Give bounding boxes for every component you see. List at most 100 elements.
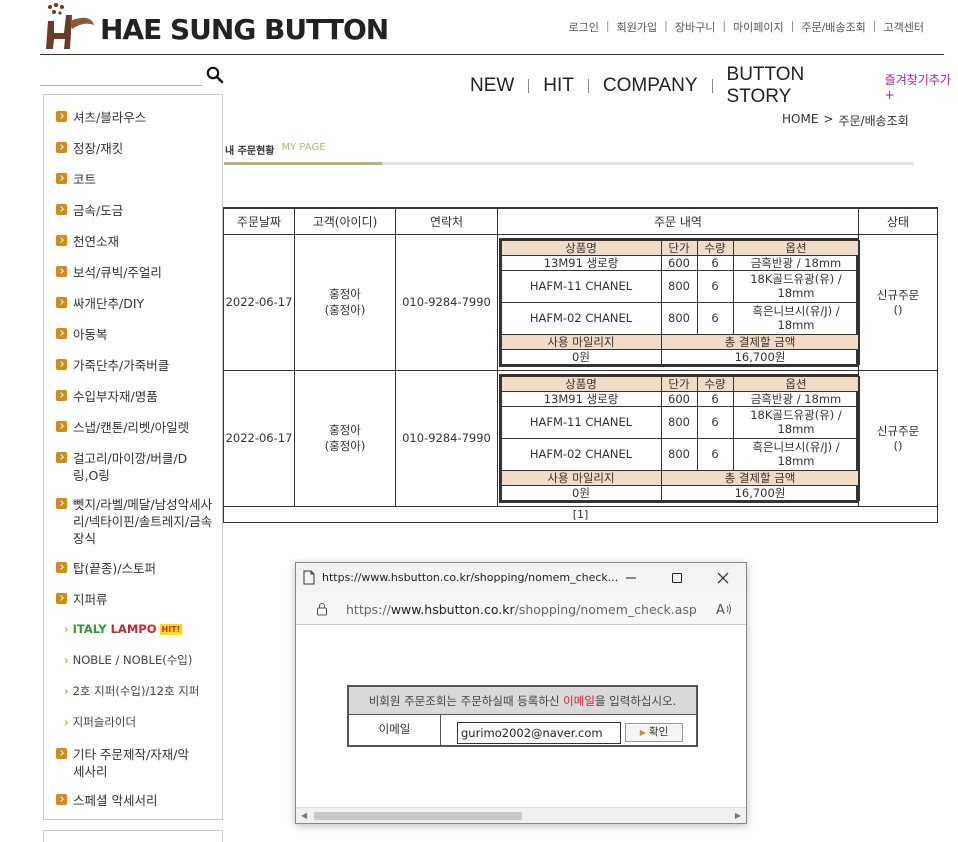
sidebar-item[interactable]: 뻿지/라벨/메달/남성악세사리/넥타이핀/솔트레지/금속장식 xyxy=(56,496,214,547)
col-customer: 고객(아이디) xyxy=(294,207,396,235)
order-date: 2022-06-17 xyxy=(223,369,295,507)
order-mileage: 0원 xyxy=(500,348,662,365)
bullet-icon xyxy=(56,498,67,509)
sidebar-secondary-box xyxy=(43,830,223,842)
tab-my-page[interactable]: MY PAGE xyxy=(281,142,325,157)
order-customer: 홍정아 (홍정아) xyxy=(294,233,396,371)
address-url: https://www.hsbutton.co.kr/shopping/nome… xyxy=(346,602,697,617)
list-item: HAFM-02 CHANEL 800 6 흑은니브시(유/J) / 18mm xyxy=(500,301,860,335)
top-menu-cart[interactable]: 장바구니 xyxy=(675,19,715,35)
sidebar-sub-slider[interactable]: › 지퍼슬라이더 xyxy=(64,715,136,730)
breadcrumb-current: 주문/배송조회 xyxy=(838,114,909,128)
search-icon[interactable] xyxy=(206,66,224,84)
top-menu-order-lookup[interactable]: 주문/배송조회 xyxy=(801,19,865,35)
email-label: 이메일 xyxy=(349,715,441,745)
logo[interactable]: HAE SUNG BUTTON xyxy=(40,0,389,52)
order-table: 주문날짜 고객(아이디) 연락처 주문 내역 상태 2022-06-17 홍정아… xyxy=(223,207,938,523)
sidebar-item[interactable]: 스냅/캔톤/리벳/아일렛 xyxy=(56,419,189,436)
bullet-icon xyxy=(56,359,67,370)
top-menu-login[interactable]: 로그인 xyxy=(569,19,599,35)
list-item: HAFM-11 CHANEL 800 6 18K골드유광(유) / 18mm xyxy=(500,269,860,303)
minimize-button[interactable] xyxy=(621,568,641,588)
sidebar-item[interactable]: 셔츠/블라우스 xyxy=(56,109,146,126)
sidebar-item[interactable]: 아동복 xyxy=(56,326,108,343)
bullet-icon xyxy=(56,266,67,277)
nav-company[interactable]: COMPANY xyxy=(603,75,698,97)
pagination[interactable]: [1] xyxy=(223,505,938,523)
nav-new[interactable]: NEW xyxy=(470,75,514,97)
guest-order-form: 비회원 주문조회는 주문하실때 등록하신 이메일을 입력하십시오. 이메일 ▶확… xyxy=(347,685,698,747)
nav-hit[interactable]: HIT xyxy=(543,75,574,97)
top-menu-customer-center[interactable]: 고객센터 xyxy=(884,19,924,35)
sidebar-sub-italy-lampo[interactable]: › ITALY LAMPO HIT! xyxy=(64,622,183,637)
tab-my-orders[interactable]: 내 주문현황 xyxy=(225,142,274,157)
list-item: 13M91 생로랑 600 6 금흑반광 / 18mm xyxy=(500,390,860,407)
arrow-icon: ▶ xyxy=(639,728,646,737)
order-status: 신규주문() xyxy=(858,233,938,371)
hit-badge: HIT! xyxy=(159,624,183,635)
guest-order-message: 비회원 주문조회는 주문하실때 등록하신 이메일을 입력하십시오. xyxy=(349,687,696,715)
sidebar-item[interactable]: 금속/도금 xyxy=(56,202,123,219)
bullet-icon xyxy=(56,748,67,759)
order-phone: 010-9284-7990 xyxy=(395,369,498,507)
scrollbar-thumb[interactable] xyxy=(314,812,522,820)
sidebar-item[interactable]: 수입부자재/명품 xyxy=(56,388,158,405)
breadcrumb-sep: > xyxy=(823,112,834,126)
favorite-link[interactable]: 즐겨찾기추가+ xyxy=(885,71,958,102)
top-menu-mypage[interactable]: 마이페이지 xyxy=(733,19,784,35)
order-table-header: 주문날짜 고객(아이디) 연락처 주문 내역 상태 xyxy=(223,207,938,235)
order-detail: 상품명 단가 수량 옵션 13M91 생로랑 600 6 금흑반광 / 18mm HAFM-… xyxy=(497,369,860,507)
close-button[interactable] xyxy=(713,568,733,588)
nav-button-story[interactable]: BUTTON STORY xyxy=(727,64,869,108)
main-nav: NEW HIT COMPANY BUTTON STORY 즐겨찾기추가+ xyxy=(470,64,958,108)
confirm-button[interactable]: ▶ 확인 xyxy=(625,723,683,742)
table-row: 2022-06-17 홍정아 (홍정아) 010-9284-7990 상품명 단가 수… xyxy=(223,233,938,371)
logo-text: HAE SUNG BUTTON xyxy=(100,12,389,46)
bullet-icon xyxy=(56,297,67,308)
sidebar-item[interactable]: 스페셜 악세서리 xyxy=(56,792,157,809)
bullet-icon xyxy=(56,593,67,604)
close-icon xyxy=(717,572,729,584)
order-items-table: 상품명 단가 수량 옵션 13M91 생로랑 600 6 금흑반광 / 18mm HAFM-… xyxy=(500,375,860,501)
sidebar-item[interactable]: 가죽단추/가죽버클 xyxy=(56,357,169,374)
order-date: 2022-06-17 xyxy=(223,233,295,371)
logo-icon xyxy=(40,1,96,51)
email-field[interactable] xyxy=(457,722,621,744)
breadcrumb: HOME > 주문/배송조회 xyxy=(782,112,909,129)
list-item: HAFM-11 CHANEL 800 6 18K골드유광(유) / 18mm xyxy=(500,405,860,439)
sidebar-item[interactable]: 걸고리/마이깡/버클/D링,O링 xyxy=(56,450,196,484)
sidebar-item[interactable]: 정장/재킷 xyxy=(56,140,123,157)
sidebar-item[interactable]: 코트 xyxy=(56,171,96,188)
sidebar-item[interactable]: 기타 주문제작/자재/악세사리 xyxy=(56,746,196,780)
bullet-icon xyxy=(56,173,67,184)
address-bar[interactable]: https://www.hsbutton.co.kr/shopping/nome… xyxy=(296,593,746,625)
scroll-right-icon[interactable]: ▶ xyxy=(735,811,741,820)
sidebar-sub-zipper[interactable]: › 2호 지퍼(수입)/12호 지퍼 xyxy=(64,684,199,699)
bullet-icon xyxy=(56,562,67,573)
breadcrumb-home[interactable]: HOME xyxy=(782,112,818,129)
read-aloud-icon[interactable]: A xyxy=(716,601,732,617)
sidebar-item[interactable]: 탑(끝종)/스토퍼 xyxy=(56,560,156,577)
order-total: 16,700원 xyxy=(660,484,860,501)
header-divider xyxy=(40,54,944,55)
popup-titlebar[interactable]: https://www.hsbutton.co.kr/shopping/nome… xyxy=(296,563,746,593)
order-status: 신규주문() xyxy=(858,369,938,507)
bullet-icon xyxy=(56,142,67,153)
scroll-left-icon[interactable]: ◀ xyxy=(301,811,307,820)
horizontal-scrollbar[interactable]: ◀ ▶ xyxy=(296,807,746,823)
search-input[interactable] xyxy=(40,64,202,86)
top-menu-join[interactable]: 회원가입 xyxy=(617,19,657,35)
list-item: HAFM-02 CHANEL 800 6 흑은니브시(유/J) / 18mm xyxy=(500,437,860,471)
sidebar-sub-noble[interactable]: › NOBLE / NOBLE(수입) xyxy=(64,653,192,668)
bullet-icon xyxy=(56,794,67,805)
page-tabs: 내 주문현황 MY PAGE xyxy=(225,142,326,157)
list-item: 13M91 생로랑 600 6 금흑반광 / 18mm xyxy=(500,254,860,271)
popup-window: https://www.hsbutton.co.kr/shopping/nome… xyxy=(295,562,747,824)
top-menu: 로그인 | 회원가입 | 장바구니 | 마이페이지 | 주문/배송조회 | 고객센터 xyxy=(568,19,924,35)
category-sidebar: 셔츠/블라우스 정장/재킷 코트 금속/도금 천연소재 보석/큐빅/주얼리 싸개… xyxy=(43,94,223,820)
sidebar-item[interactable]: 보석/큐빅/주얼리 xyxy=(56,264,162,281)
sidebar-item[interactable]: 지퍼류 xyxy=(56,591,108,608)
maximize-button[interactable] xyxy=(667,568,687,588)
sidebar-item[interactable]: 천연소재 xyxy=(56,233,119,250)
sidebar-item[interactable]: 싸개단추/DIY xyxy=(56,295,144,312)
